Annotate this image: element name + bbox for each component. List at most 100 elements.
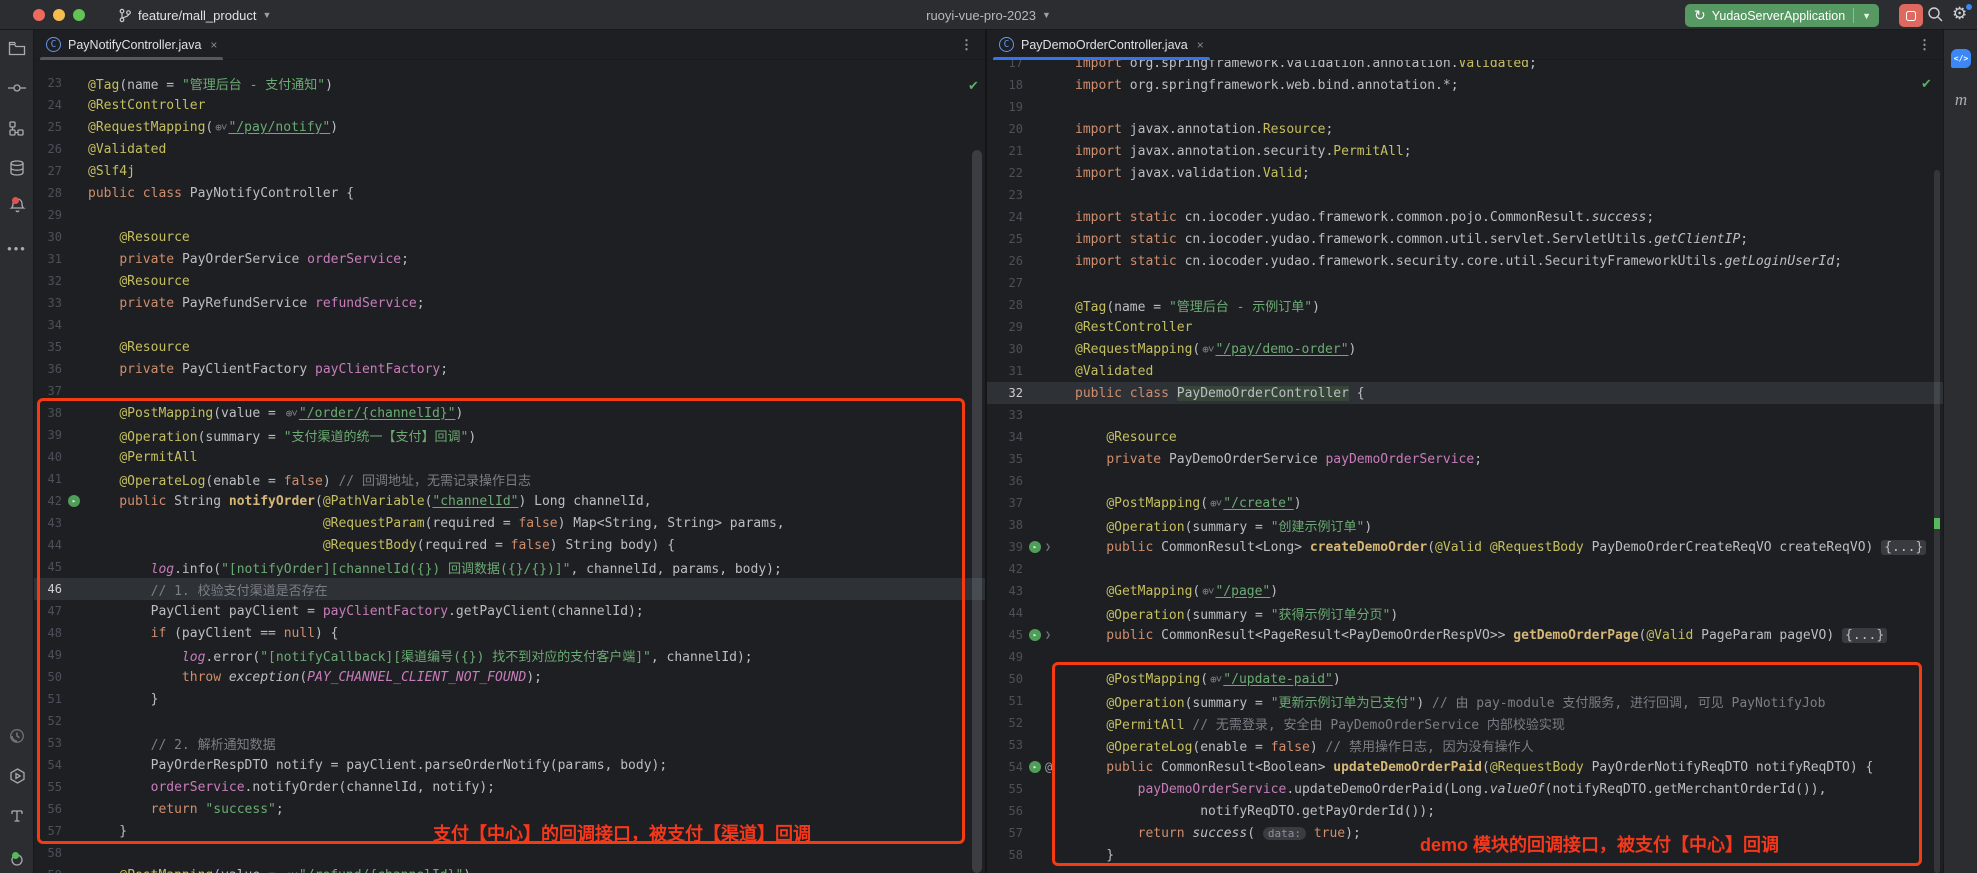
annotation-gutter-icon[interactable]: @ xyxy=(1045,760,1052,774)
code-line[interactable]: 31@Validated xyxy=(987,360,1943,382)
close-tab-icon[interactable]: × xyxy=(1197,38,1204,52)
code-line[interactable]: 28public class PayNotifyController { xyxy=(34,182,985,204)
code-line[interactable]: 55 payDemoOrderService.updateDemoOrderPa… xyxy=(987,778,1943,800)
api-plugin-icon[interactable]: </> xyxy=(1944,46,1977,70)
inspection-ok-icon[interactable]: ✔ xyxy=(968,78,979,94)
code-line[interactable]: 27@Slf4j xyxy=(34,160,985,182)
endpoint-icon[interactable]: ▸ xyxy=(68,495,80,507)
code-line[interactable]: 54▸@ public CommonResult<Boolean> update… xyxy=(987,756,1943,778)
tab-options-icon[interactable]: ⋮ xyxy=(1918,37,1943,53)
url-globe-inlay-icon[interactable]: ⊕˅ xyxy=(284,869,299,873)
code-line[interactable]: 18import org.springframework.web.bind.an… xyxy=(987,74,1943,96)
url-globe-inlay-icon[interactable]: ⊕˅ xyxy=(1200,585,1215,598)
code-line[interactable]: 23@Tag(name = "管理后台 - 支付通知") xyxy=(34,72,985,94)
code-line[interactable]: 32public class PayDemoOrderController { xyxy=(987,382,1943,404)
code-line[interactable]: 21import javax.annotation.security.Permi… xyxy=(987,140,1943,162)
code-line[interactable]: 30@RequestMapping(⊕˅"/pay/demo-order") xyxy=(987,338,1943,360)
code-line[interactable]: 42 xyxy=(987,558,1943,580)
history-icon[interactable] xyxy=(0,724,34,748)
chevron-down-icon[interactable]: ▼ xyxy=(1856,11,1877,21)
code-line[interactable]: 44 @RequestBody(required = false) String… xyxy=(34,534,985,556)
code-line[interactable]: 38 @Operation(summary = "创建示例订单") xyxy=(987,514,1943,536)
code-line[interactable]: 40 @PermitAll xyxy=(34,446,985,468)
pane-splitter[interactable] xyxy=(985,30,987,873)
code-line[interactable]: 27 xyxy=(987,272,1943,294)
code-line[interactable]: 51 } xyxy=(34,688,985,710)
code-line[interactable]: 59 @PostMapping(value = ⊕˅"/refund/{chan… xyxy=(34,864,985,873)
endpoint-icon[interactable]: ▸ xyxy=(1029,629,1041,641)
code-line[interactable]: 52 @PermitAll // 无需登录, 安全由 PayDemoOrderS… xyxy=(987,712,1943,734)
code-line[interactable]: 48 if (payClient == null) { xyxy=(34,622,985,644)
endpoint-icon[interactable]: ▸ xyxy=(1029,761,1041,773)
code-line[interactable]: 47 PayClient payClient = payClientFactor… xyxy=(34,600,985,622)
search-icon[interactable] xyxy=(1927,6,1944,23)
code-line[interactable]: 38 @PostMapping(value = ⊕˅"/order/{chann… xyxy=(34,402,985,424)
close-window-button[interactable] xyxy=(33,9,45,21)
code-line[interactable]: 33 private PayRefundService refundServic… xyxy=(34,292,985,314)
code-line[interactable]: 30 @Resource xyxy=(34,226,985,248)
folded-code-chip[interactable]: {...} xyxy=(1881,540,1926,555)
code-line[interactable]: 23 xyxy=(987,184,1943,206)
more-icon[interactable]: ••• xyxy=(0,236,34,260)
code-line[interactable]: 35 @Resource xyxy=(34,336,985,358)
code-line[interactable]: 20import javax.annotation.Resource; xyxy=(987,118,1943,140)
code-line[interactable]: 41 @OperateLog(enable = false) // 回调地址，无… xyxy=(34,468,985,490)
code-line[interactable]: 42▸ public String notifyOrder(@PathVaria… xyxy=(34,490,985,512)
database-icon[interactable] xyxy=(0,156,34,180)
code-line[interactable]: 24import static cn.iocoder.yudao.framewo… xyxy=(987,206,1943,228)
maximize-window-button[interactable] xyxy=(73,9,85,21)
code-line[interactable]: 25@RequestMapping(⊕˅"/pay/notify") xyxy=(34,116,985,138)
code-line[interactable]: 37 @PostMapping(⊕˅"/create") xyxy=(987,492,1943,514)
endpoint-icon[interactable]: ▸ xyxy=(1029,541,1041,553)
url-globe-inlay-icon[interactable]: ⊕˅ xyxy=(1208,497,1223,510)
minimize-window-button[interactable] xyxy=(53,9,65,21)
code-line[interactable]: 34 @Resource xyxy=(987,426,1943,448)
code-line[interactable]: 31 private PayOrderService orderService; xyxy=(34,248,985,270)
code-line[interactable]: 36 private PayClientFactory payClientFac… xyxy=(34,358,985,380)
code-line[interactable]: 51 @Operation(summary = "更新示例订单为已支付") //… xyxy=(987,690,1943,712)
fold-chevron-icon[interactable]: ❯ xyxy=(1045,630,1051,641)
tab-paynotifycontroller[interactable]: C PayNotifyController.java × xyxy=(34,30,229,60)
rerun-icon[interactable]: ↻ xyxy=(1694,7,1706,24)
code-line[interactable]: 25import static cn.iocoder.yudao.framewo… xyxy=(987,228,1943,250)
window-controls[interactable] xyxy=(33,9,85,21)
services-icon[interactable] xyxy=(0,764,34,788)
inspection-ok-icon[interactable]: ✔ xyxy=(1921,76,1932,92)
code-line[interactable]: 43 @RequestParam(required = false) Map<S… xyxy=(34,512,985,534)
code-line[interactable]: 50 throw exception(PAY_CHANNEL_CLIENT_NO… xyxy=(34,666,985,688)
code-line[interactable]: 45▸❯ public CommonResult<PageResult<PayD… xyxy=(987,624,1943,646)
code-line[interactable]: 52 xyxy=(34,710,985,732)
code-line[interactable]: 33 xyxy=(987,404,1943,426)
code-line[interactable]: 26@Validated xyxy=(34,138,985,160)
commit-icon[interactable] xyxy=(0,76,34,100)
code-line[interactable]: 26import static cn.iocoder.yudao.framewo… xyxy=(987,250,1943,272)
project-folder-icon[interactable] xyxy=(0,36,34,60)
code-line[interactable]: 29@RestController xyxy=(987,316,1943,338)
code-line[interactable]: 44 @Operation(summary = "获得示例订单分页") xyxy=(987,602,1943,624)
code-line[interactable]: 49 xyxy=(987,646,1943,668)
code-line[interactable]: 19 xyxy=(987,96,1943,118)
code-line[interactable]: 28@Tag(name = "管理后台 - 示例订单") xyxy=(987,294,1943,316)
url-globe-inlay-icon[interactable]: ⊕˅ xyxy=(1208,673,1223,686)
tab-options-icon[interactable]: ⋮ xyxy=(960,37,985,53)
run-configuration-widget[interactable]: ↻ YudaoServerApplication ▼ xyxy=(1685,4,1879,27)
vcs-status-icon[interactable] xyxy=(0,848,34,872)
code-line[interactable]: 43 @GetMapping(⊕˅"/page") xyxy=(987,580,1943,602)
folded-code-chip[interactable]: {...} xyxy=(1842,628,1887,643)
code-line[interactable]: 24@RestController xyxy=(34,94,985,116)
maven-icon[interactable]: m xyxy=(1944,88,1977,112)
close-tab-icon[interactable]: × xyxy=(210,38,217,52)
code-line[interactable]: 22import javax.validation.Valid; xyxy=(987,162,1943,184)
code-editor-right[interactable]: 17import org.springframework.validation.… xyxy=(987,60,1943,873)
fold-chevron-icon[interactable]: ❯ xyxy=(1045,542,1051,553)
code-line[interactable]: 39▸❯ public CommonResult<Long> createDem… xyxy=(987,536,1943,558)
tab-paydemoordercontroller[interactable]: C PayDemoOrderController.java × xyxy=(987,30,1216,60)
code-line[interactable]: 32 @Resource xyxy=(34,270,985,292)
code-line[interactable]: 36 xyxy=(987,470,1943,492)
code-line[interactable]: 45 log.info("[notifyOrder][channelId({})… xyxy=(34,556,985,578)
code-line[interactable]: 37 xyxy=(34,380,985,402)
notifications-bell-icon[interactable] xyxy=(0,196,34,220)
code-line[interactable]: 50 @PostMapping(⊕˅"/update-paid") xyxy=(987,668,1943,690)
code-line[interactable]: 35 private PayDemoOrderService payDemoOr… xyxy=(987,448,1943,470)
code-editor-left[interactable]: 23@Tag(name = "管理后台 - 支付通知")24@RestContr… xyxy=(34,60,985,873)
